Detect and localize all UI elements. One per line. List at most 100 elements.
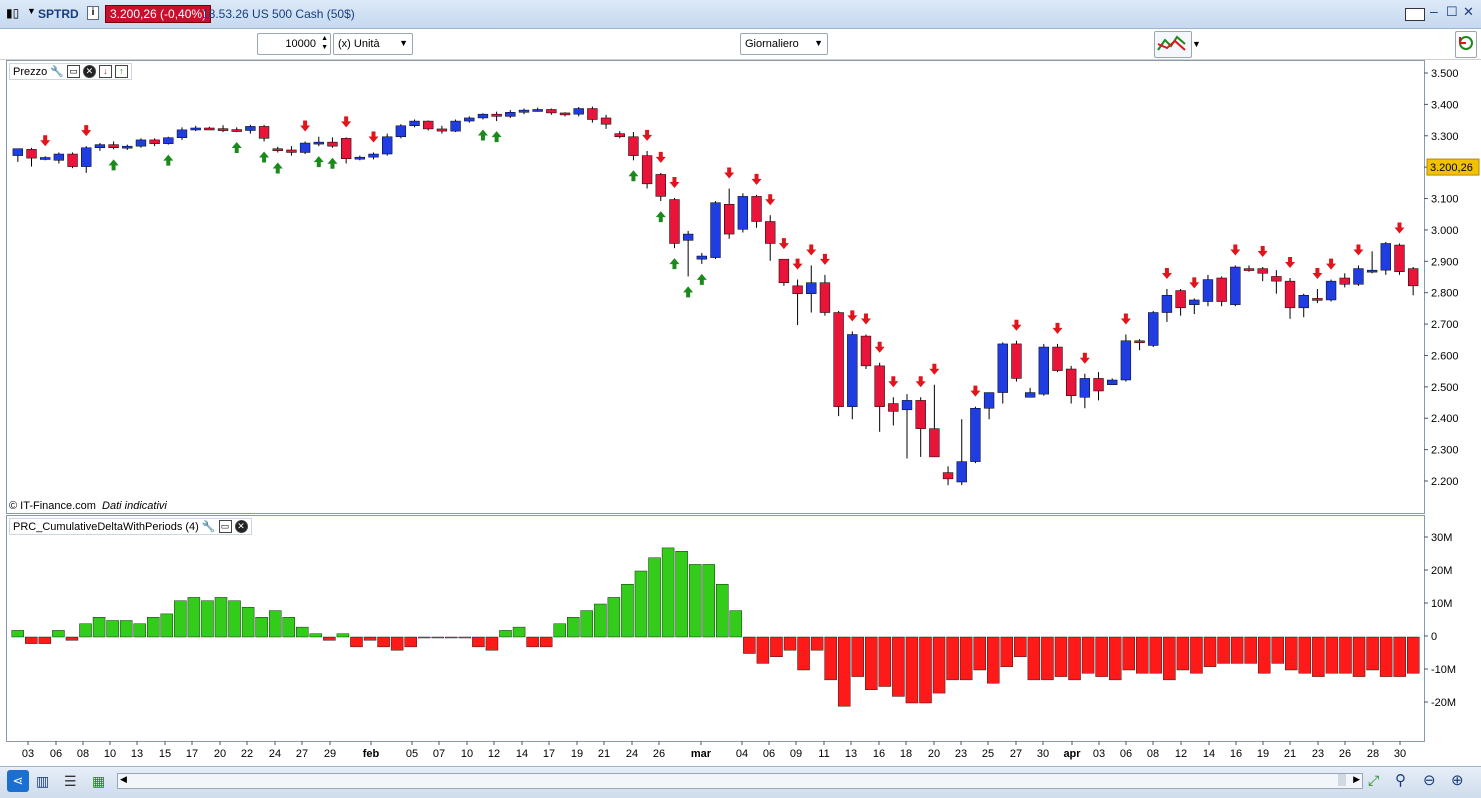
sell-signal-arrow [1257, 246, 1268, 258]
delta-bar-negative [350, 636, 363, 648]
date-x-axis[interactable]: 03 06 08 10 13 15 17 20 22 24 27 29 feb 05 07 10 12 14 17 1… [6, 741, 1423, 765]
candle-down [1093, 378, 1104, 392]
delta-bar-positive [553, 623, 566, 638]
window-icon[interactable]: ▭ [66, 65, 80, 78]
scroll-thumb[interactable] [1338, 774, 1346, 786]
auto-scale-icon[interactable]: ⤢ [1368, 772, 1379, 789]
quantity-stepper[interactable]: ▲ ▼ [321, 34, 328, 52]
close-panel-icon[interactable]: ✕ [82, 65, 96, 78]
delta-bar-positive [296, 626, 309, 638]
delta-bar-positive [702, 564, 715, 638]
zoom-out-icon[interactable]: ⊖ [1423, 771, 1436, 789]
sell-signal-arrow [669, 176, 680, 188]
x-tick-label: 11 [818, 748, 829, 760]
x-tick-label: 27 [1010, 748, 1022, 760]
chevron-down-icon[interactable]: ▼ [27, 6, 36, 16]
wrench-icon[interactable]: 🔧 [50, 65, 64, 78]
x-tick-label: 10 [104, 748, 116, 760]
delta-bar-positive [282, 616, 295, 638]
delta-bar-positive [607, 597, 621, 638]
delta-bar-negative [783, 636, 797, 651]
candle-up [450, 120, 461, 132]
share-icon[interactable]: ⋖ [7, 770, 29, 792]
indicator-y-axis[interactable]: 30M 20M 10M 0 -10M -20M [1424, 515, 1481, 740]
delta-bar-positive [458, 636, 472, 639]
delta-bar-positive [52, 630, 65, 638]
quantity-input[interactable]: 10000 ▲ ▼ [257, 33, 331, 55]
delta-bar-negative [1136, 636, 1149, 674]
y-tick-label: 2.900 [1431, 256, 1459, 268]
chart-type-button[interactable] [1154, 31, 1192, 58]
x-tick-label: 03 [1093, 748, 1105, 760]
candle-down [1011, 343, 1022, 379]
delta-bar-positive [648, 557, 661, 638]
x-tick-label: 14 [1203, 748, 1215, 760]
y-tick-label: -10M [1431, 664, 1456, 676]
delta-bar-positive [499, 630, 512, 638]
candle-down [724, 203, 735, 235]
buy-signal-arrow [163, 154, 174, 166]
delta-bar-positive [119, 620, 133, 638]
delta-bar-negative [38, 636, 52, 644]
horizontal-scrollbar[interactable]: ◀ ▶ [117, 773, 1363, 789]
chevron-down-icon[interactable]: ▼ [1192, 39, 1201, 49]
zoom-fit-icon[interactable]: ⚲ [1395, 771, 1406, 789]
x-tick-label: 19 [571, 748, 583, 760]
minimize-icon[interactable]: ‒ [1430, 3, 1438, 19]
close-icon[interactable]: ✕ [1463, 4, 1474, 20]
sell-signal-arrow [765, 194, 776, 206]
price-y-axis[interactable]: 3.5003.4003.3003.2003.1003.0002.9002.800… [1424, 60, 1481, 512]
delta-bar-positive [214, 597, 228, 638]
candle-down [26, 149, 37, 159]
indicator-panel-label: PRC_CumulativeDeltaWithPeriods (4) [13, 520, 199, 533]
candle-up [956, 461, 967, 483]
x-tick-label: 24 [269, 748, 281, 760]
unit-select[interactable]: (x) Unità ▼ [333, 33, 413, 55]
period-select[interactable]: Giornaliero ▼ [740, 33, 828, 55]
window-icon[interactable]: ▭ [218, 520, 232, 533]
buy-signal-arrow [683, 286, 694, 298]
candle-down [231, 129, 242, 132]
candle-up [1325, 280, 1337, 301]
maximize-icon[interactable]: ☐ [1446, 4, 1458, 20]
sell-signal-arrow [1052, 322, 1063, 334]
x-tick-label: 13 [845, 748, 857, 760]
down-arrow-toggle-icon[interactable]: ↓ [98, 65, 112, 78]
candlestick-icon[interactable]: ▮▯ [6, 6, 19, 20]
buy-signal-arrow [231, 142, 242, 154]
x-tick-label: 14 [516, 748, 528, 760]
up-arrow-toggle-icon[interactable]: ↑ [114, 65, 128, 78]
scroll-right-icon[interactable]: ▶ [1353, 774, 1360, 785]
candle-down [108, 144, 119, 149]
keyboard-icon[interactable] [1405, 8, 1425, 21]
x-tick-label: 20 [214, 748, 226, 760]
zoom-in-icon[interactable]: ⊕ [1451, 771, 1464, 789]
info-icon[interactable]: i [87, 6, 99, 20]
scroll-left-icon[interactable]: ◀ [120, 774, 127, 785]
candle-up [682, 233, 694, 241]
symbol-label[interactable]: SPTRD [38, 7, 79, 21]
candle-down [1394, 244, 1405, 272]
side-tool-button[interactable] [1455, 31, 1477, 58]
x-tick-label: 12 [1175, 748, 1187, 760]
cumulative-delta-chart[interactable] [7, 516, 1424, 741]
candle-up [997, 343, 1008, 393]
indicators-icon[interactable]: ▥ [36, 773, 49, 790]
wrench-icon[interactable]: 🔧 [202, 520, 216, 533]
price-panel[interactable]: Prezzo 🔧 ▭ ✕ ↓ ↑ © IT-Finance.com Dati i… [6, 60, 1425, 514]
x-tick-label: 26 [1339, 748, 1351, 760]
indicator-panel[interactable]: PRC_CumulativeDeltaWithPeriods (4) 🔧 ▭ ✕ [6, 515, 1425, 742]
close-panel-icon[interactable]: ✕ [234, 520, 248, 533]
list-icon[interactable]: ☰ [64, 773, 77, 790]
candle-down [669, 199, 680, 244]
candle-up [313, 141, 324, 145]
candle-down [149, 139, 160, 144]
grid-icon[interactable]: ▦ [92, 773, 105, 790]
title-bar: ▮▯ ▼ SPTRD i 3.200,26 (-0,40%) 18.53.26 … [0, 0, 1481, 29]
delta-bar-positive [431, 636, 444, 639]
y-tick-label: -20M [1431, 697, 1456, 709]
delta-bar-negative [1203, 636, 1217, 667]
price-chart[interactable] [7, 61, 1424, 513]
buy-signal-arrow [259, 151, 270, 163]
sell-signal-arrow [1079, 352, 1090, 364]
